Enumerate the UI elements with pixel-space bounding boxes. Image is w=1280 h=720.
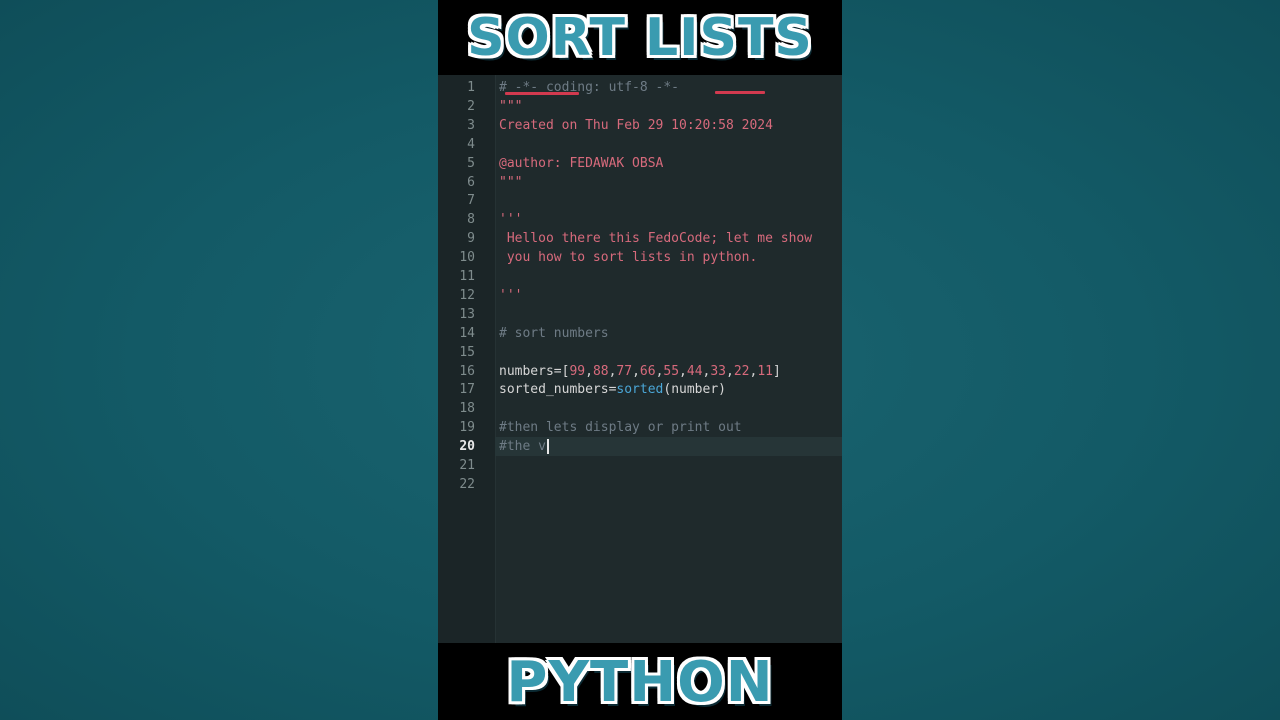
code-token: 88 bbox=[592, 363, 609, 379]
code-line[interactable]: 7 bbox=[467, 191, 842, 210]
language-banner: PYTHON bbox=[506, 650, 774, 715]
code-line[interactable]: 9 Helloo there this FedoCode; let me sho… bbox=[467, 229, 842, 248]
text-cursor bbox=[547, 439, 549, 455]
code-line[interactable]: 20 #the v bbox=[459, 437, 842, 457]
code-token: (number) bbox=[663, 382, 726, 398]
line-number: 21 bbox=[459, 458, 475, 473]
code-line[interactable]: 22 bbox=[459, 475, 842, 494]
line-number: 7 bbox=[467, 193, 475, 209]
code-line[interactable]: 10 you how to sort lists in python. bbox=[459, 248, 842, 267]
code-token: ''' bbox=[499, 287, 523, 303]
line-number: 17 bbox=[459, 382, 475, 398]
code-line[interactable]: 6 """ bbox=[467, 173, 842, 192]
line-text: Helloo there this FedoCode; let me show bbox=[499, 229, 812, 248]
line-number: 22 bbox=[459, 476, 475, 492]
code-line[interactable]: 17 sorted_numbers=sorted(number) bbox=[459, 380, 842, 399]
code-token: 22 bbox=[733, 363, 750, 379]
code-line[interactable]: 2 """ bbox=[467, 97, 842, 116]
code-token: you how to sort lists in python. bbox=[499, 250, 758, 266]
code-line[interactable]: 1 # -*- coding: utf-8 -*- bbox=[467, 78, 842, 97]
line-text: ''' bbox=[499, 210, 522, 229]
line-number: 8 bbox=[467, 212, 475, 228]
line-number: 2 bbox=[467, 98, 475, 114]
code-area[interactable]: 1 # -*- coding: utf-8 -*- 2 """ 3 Created on … bbox=[459, 75, 842, 643]
line-number: 3 bbox=[467, 117, 475, 133]
code-token: Created on Thu Feb 29 10:20:58 2024 bbox=[499, 117, 773, 133]
code-token: , bbox=[726, 363, 734, 379]
code-token: 55 bbox=[663, 363, 680, 379]
code-token: 44 bbox=[686, 363, 703, 379]
code-token: """ bbox=[499, 174, 523, 190]
code-token: 33 bbox=[710, 363, 727, 379]
line-number: 1 bbox=[467, 80, 475, 95]
code-line[interactable]: 15 bbox=[459, 343, 842, 362]
code-token: 11 bbox=[757, 363, 773, 379]
line-text: """ bbox=[499, 97, 522, 116]
line-number: 14 bbox=[459, 325, 475, 341]
code-line[interactable]: 4 bbox=[467, 135, 842, 154]
code-line[interactable]: 13 bbox=[459, 305, 842, 324]
code-token: """ bbox=[499, 98, 523, 114]
line-text: ''' bbox=[499, 286, 522, 305]
code-token: Helloo there this FedoCode; let me show bbox=[499, 231, 813, 247]
line-number: 18 bbox=[459, 401, 475, 417]
line-number: 9 bbox=[467, 231, 475, 247]
line-number: 20 bbox=[459, 439, 475, 455]
code-token: , bbox=[632, 363, 640, 379]
video-frame: SORT LISTS 1 # -*- coding: utf-8 -*- 2 """ 3… bbox=[438, 0, 842, 720]
code-editor[interactable]: 1 # -*- coding: utf-8 -*- 2 """ 3 Created on … bbox=[438, 75, 842, 643]
line-text: #then lets display or print out bbox=[499, 418, 742, 437]
line-text: # sort numbers bbox=[499, 324, 609, 343]
code-token: sorted bbox=[616, 382, 664, 398]
code-line[interactable]: 14 # sort numbers bbox=[459, 324, 842, 343]
code-token: # -*- coding: utf-8 -*- bbox=[499, 80, 680, 95]
code-token: , bbox=[679, 363, 687, 379]
code-line[interactable]: 16 numbers=[99,88,77,66,55,44,33,22,11] bbox=[459, 362, 842, 381]
code-token: numbers=[ bbox=[499, 363, 570, 379]
line-number: 11 bbox=[459, 269, 475, 284]
code-token: 99 bbox=[569, 363, 586, 379]
code-token: , bbox=[585, 363, 593, 379]
line-number: 19 bbox=[459, 420, 475, 436]
code-token: 66 bbox=[639, 363, 656, 379]
code-line[interactable]: 21 bbox=[459, 456, 842, 475]
line-text: Created on Thu Feb 29 10:20:58 2024 bbox=[499, 116, 773, 135]
title-banner: SORT LISTS bbox=[467, 7, 813, 68]
line-number: 15 bbox=[459, 344, 475, 360]
code-token: @author: FEDAWAK OBSA bbox=[499, 155, 664, 171]
line-number: 5 bbox=[467, 155, 475, 171]
code-line[interactable]: 11 bbox=[459, 267, 842, 286]
code-token: #the v bbox=[499, 439, 546, 455]
code-line[interactable]: 18 bbox=[459, 399, 842, 418]
line-text: @author: FEDAWAK OBSA bbox=[499, 154, 663, 173]
line-number: 16 bbox=[459, 363, 475, 379]
line-number: 4 bbox=[467, 136, 475, 152]
code-token: sorted_numbers= bbox=[499, 382, 617, 398]
code-line[interactable]: 8 ''' bbox=[467, 210, 842, 229]
code-token: 77 bbox=[616, 363, 633, 379]
code-token: ''' bbox=[499, 212, 523, 228]
code-line[interactable]: 19 #then lets display or print out bbox=[459, 418, 842, 437]
code-token: ] bbox=[772, 363, 781, 379]
line-number: 12 bbox=[459, 287, 475, 303]
code-line[interactable]: 3 Created on Thu Feb 29 10:20:58 2024 bbox=[467, 116, 842, 135]
line-text: #the v bbox=[499, 437, 546, 456]
line-text: you how to sort lists in python. bbox=[499, 248, 757, 267]
code-line[interactable]: 5 @author: FEDAWAK OBSA bbox=[467, 154, 842, 173]
line-text: sorted_numbers=sorted(number) bbox=[499, 380, 726, 399]
code-line[interactable]: 12 ''' bbox=[459, 286, 842, 305]
line-number: 10 bbox=[459, 250, 475, 266]
code-token: # sort numbers bbox=[499, 325, 609, 341]
line-text: numbers=[99,88,77,66,55,44,33,22,11] bbox=[499, 362, 781, 381]
line-text: # -*- coding: utf-8 -*- bbox=[499, 78, 679, 97]
code-token: #then lets display or print out bbox=[499, 420, 742, 436]
line-number: 13 bbox=[459, 306, 475, 322]
line-text: """ bbox=[499, 173, 522, 192]
line-number: 6 bbox=[467, 174, 475, 190]
